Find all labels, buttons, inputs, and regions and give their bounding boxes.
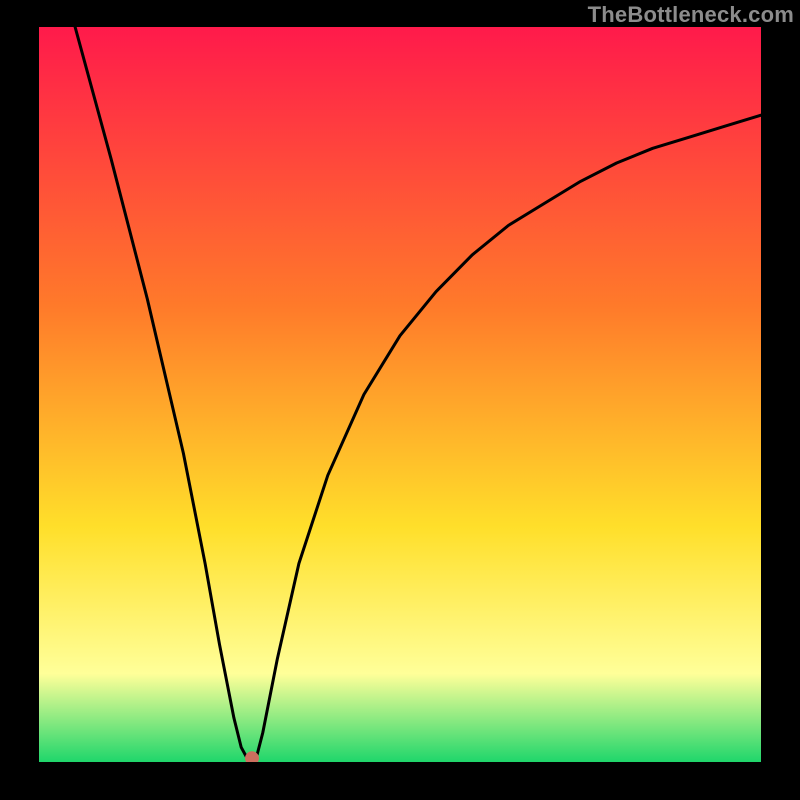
chart-frame: TheBottleneck.com [0, 0, 800, 800]
watermark-text: TheBottleneck.com [588, 2, 794, 28]
minimum-point [245, 751, 259, 765]
chart-svg [0, 0, 800, 800]
plot-background [39, 27, 761, 762]
